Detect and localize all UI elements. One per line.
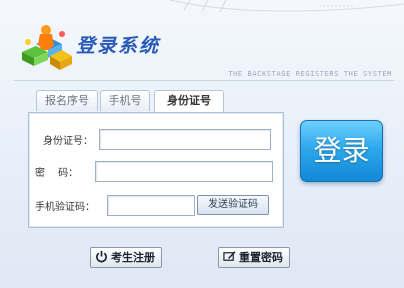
login-page: 登录系统 THE BACKSTAGE REGISTERS THE SYSTEM …	[0, 0, 404, 288]
id-number-input[interactable]	[99, 129, 271, 150]
password-label: 密 码：	[35, 168, 79, 179]
reset-password-label: 重置密码	[239, 251, 283, 264]
id-number-label: 身份证号：	[43, 136, 93, 147]
reset-password-button[interactable]: 重置密码	[218, 247, 290, 268]
id-number-row: 身份证号：	[29, 129, 283, 150]
sms-code-label: 手机验证码：	[35, 202, 95, 213]
tab-phone-number[interactable]: 手机号	[100, 90, 150, 111]
tab-registration-number[interactable]: 报名序号	[36, 90, 98, 111]
top-decoration	[170, 0, 404, 13]
tab-id-number[interactable]: 身份证号	[154, 90, 224, 113]
send-code-button[interactable]: 发送验证码	[197, 195, 269, 215]
pencil-icon	[223, 251, 236, 261]
app-subtitle: THE BACKSTAGE REGISTERS THE SYSTEM	[228, 70, 392, 78]
app-title: 登录系统	[76, 35, 161, 57]
sms-code-input[interactable]	[107, 195, 195, 216]
power-icon	[96, 250, 107, 263]
password-row: 密 码：	[29, 161, 283, 182]
register-button-label: 考生注册	[111, 251, 155, 264]
header-divider	[14, 80, 394, 81]
login-form-panel: 身份证号： 密 码： 手机验证码： 发送验证码	[28, 112, 284, 228]
login-button[interactable]: 登录	[300, 120, 383, 182]
sms-code-row: 手机验证码： 发送验证码	[29, 195, 283, 216]
password-input[interactable]	[95, 161, 273, 182]
register-button[interactable]: 考生注册	[90, 247, 162, 268]
